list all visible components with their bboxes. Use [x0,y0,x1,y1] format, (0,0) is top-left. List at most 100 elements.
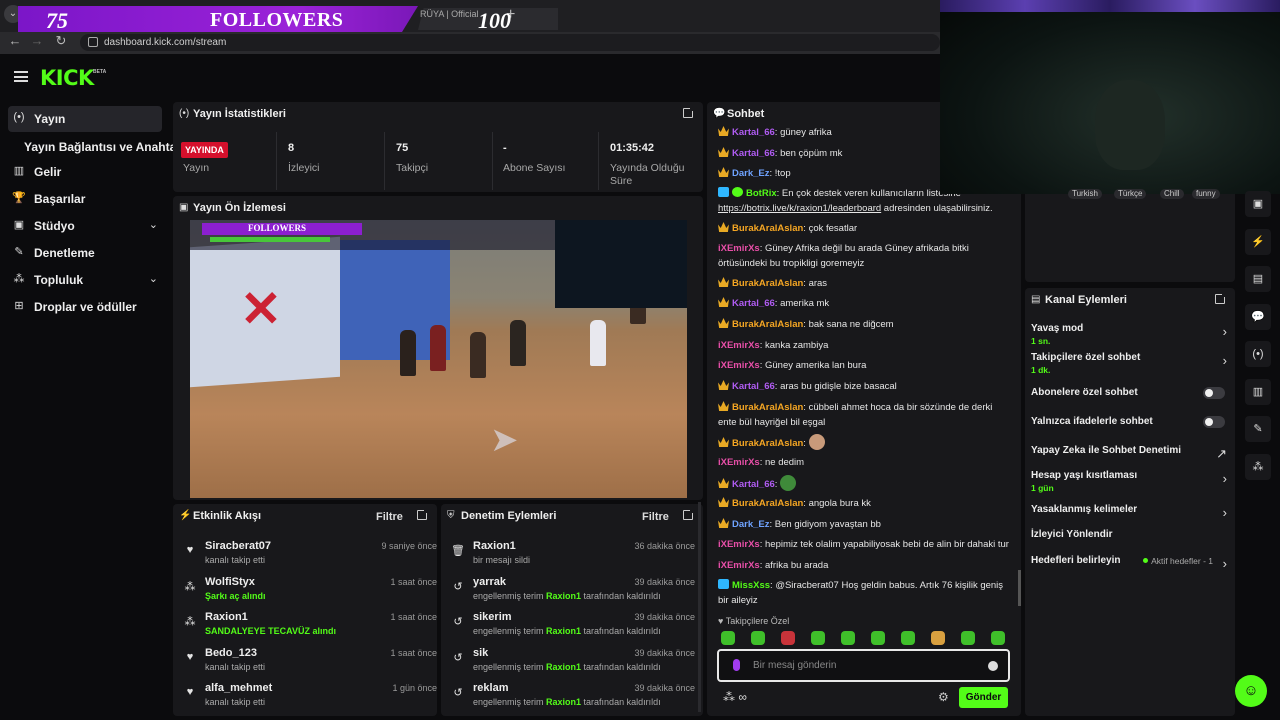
chat-link[interactable]: https://botrix.live/k/raxion1/leaderboar… [718,203,881,214]
chat-username[interactable]: BurakAralAslan [732,402,803,413]
points-icon[interactable]: ⁂ ∞ [723,690,747,704]
channel-action[interactable]: Yavaş mod 1 sn. › [1031,323,1227,346]
tag-chip[interactable]: funny [1192,189,1220,199]
chat-username[interactable]: Kartal_66 [732,381,775,392]
filter-button[interactable]: Filtre [642,511,669,523]
kick-logo[interactable]: KICK [40,66,94,90]
gear-icon[interactable]: ⚙ [938,690,949,704]
chevron-right-icon[interactable]: › [1223,324,1227,339]
chat-username[interactable]: iXEmirXs [718,243,760,254]
chevron-right-icon[interactable]: › [1223,353,1227,368]
popout-icon[interactable] [417,508,429,520]
chevron-right-icon[interactable]: › [1223,505,1227,520]
sidebar-subitem-stream-key[interactable]: Yayın Bağlantısı ve Anahtarı [24,140,184,154]
broadcast-icon[interactable]: (•) [1245,341,1271,367]
chevron-down-icon[interactable]: ⌄ [149,272,158,285]
forward-icon[interactable]: → [28,33,46,48]
emote-button[interactable] [841,631,855,645]
chat-username[interactable]: iXEmirXs [718,539,760,550]
send-button[interactable]: Gönder [959,687,1008,708]
channel-action[interactable]: Abonelere özel sohbet [1031,387,1227,399]
moderation-item[interactable]: ↺ sik engellenmiş terim Raxion1 tarafından… [449,647,695,677]
bolt-icon[interactable]: ⚡ [1245,228,1271,255]
stream-preview-video[interactable]: ✕ ➤ FOLLOWERS [190,220,687,498]
moderation-item[interactable]: 🗑 Raxion1 bir mesajı sildi 36 dakika önce [449,540,695,570]
sidebar-item-topluluk[interactable]: ⁂ Topluluk ⌄ [8,267,162,293]
moderation-item[interactable]: ↺ reklam engellenmiş terim Raxion1 tarafın… [449,682,695,712]
back-icon[interactable]: ← [6,33,24,48]
chat-username[interactable]: iXEmirXs [718,457,760,468]
channel-action[interactable]: Takipçilere özel sohbet 1 dk. › [1031,352,1227,375]
chat-username[interactable]: Dark_Ez [732,519,770,530]
moderator-name[interactable]: Raxion1 [546,697,581,707]
channel-action[interactable]: Yapay Zeka ile Sohbet Denetimi ↗ [1031,445,1227,461]
event-item[interactable]: ⁂ Raxion1 SANDALYEYE TECAVÜZ alındı 1 saat … [181,611,438,641]
chat-icon[interactable]: 💬 [1245,303,1271,330]
chevron-right-icon[interactable]: › [1223,556,1227,571]
emote-button[interactable] [931,631,945,645]
emoji-icon[interactable] [988,661,998,671]
moderator-name[interactable]: Raxion1 [546,591,581,601]
chat-username[interactable]: iXEmirXs [718,560,760,571]
toggle-switch[interactable] [1203,387,1225,399]
channel-action[interactable]: Yalnızca ifadelerle sohbet [1031,416,1227,428]
reload-icon[interactable]: ↻ [52,33,70,49]
event-item[interactable]: ♥ alfa_mehmet kanalı takip etti 1 gün önce [181,682,437,712]
menu-icon[interactable] [14,71,28,82]
event-item[interactable]: ♥ Siracberat07 kanalı takip etti 9 saniye ö… [181,540,437,570]
channel-action[interactable]: İzleyici Yönlendir [1031,529,1227,540]
emote-button[interactable] [991,631,1005,645]
sidebar-item-studyo[interactable]: ▣ Stüdyo ⌄ [8,213,162,239]
external-link-icon[interactable]: ↗ [1216,446,1227,462]
emote-button[interactable] [751,631,765,645]
tag-chip[interactable]: Türkçe [1114,189,1147,199]
chat-username[interactable]: Dark_Ez [732,168,770,179]
event-user[interactable]: alfa_mehmet [205,682,272,694]
event-user[interactable]: WolfiStyx [205,576,255,588]
chevron-right-icon[interactable]: › [1223,471,1227,486]
site-info-icon[interactable] [88,37,98,47]
sidebar-item-gelir[interactable]: ▥ Gelir [8,159,162,185]
microphone-icon[interactable] [733,659,740,671]
event-item[interactable]: ♥ Bedo_123 kanalı takip etti 1 saat önce [181,647,437,677]
emote-button[interactable] [901,631,915,645]
layout-icon[interactable]: ▥ [1245,378,1271,405]
chat-username[interactable]: BurakAralAslan [732,223,803,234]
event-item[interactable]: ⁂ WolfiStyx Şarkı aç alındı 1 saat önce [181,576,438,606]
emote-button[interactable] [721,631,735,645]
help-button[interactable]: ☺ [1235,675,1267,707]
chat-username[interactable]: iXEmirXs [718,360,760,371]
chat-username[interactable]: BurakAralAslan [732,319,803,330]
chat-username[interactable]: iXEmirXs [718,340,760,351]
scrollbar[interactable] [698,502,701,712]
tag-chip[interactable]: Chill [1160,189,1184,199]
channel-action[interactable]: Yasaklanmış kelimeler › [1031,504,1227,520]
clip-icon[interactable]: ▣ [1245,191,1271,217]
emote-button[interactable] [871,631,885,645]
chat-username[interactable]: Kartal_66 [732,298,775,309]
chat-username[interactable]: BurakAralAslan [732,278,803,289]
toggle-switch[interactable] [1203,416,1225,428]
chat-username[interactable]: BurakAralAslan [732,438,803,449]
tag-chip[interactable]: Turkish [1068,189,1102,199]
emote-button[interactable] [961,631,975,645]
chat-username[interactable]: Kartal_66 [732,148,775,159]
chat-username[interactable]: BotRix [746,188,777,199]
popout-icon[interactable] [683,106,695,118]
popout-icon[interactable] [1215,292,1227,304]
sidebar-item-basarilar[interactable]: 🏆 Başarılar [8,186,162,212]
sidebar-item-denetleme[interactable]: ✎ Denetleme [8,240,162,266]
chat-input[interactable]: Bir mesaj gönderin [717,649,1010,682]
channel-action[interactable]: Hesap yaşı kısıtlaması 1 gün › [1031,470,1227,493]
notes-icon[interactable]: ▤ [1245,266,1271,292]
chat-scrollbar[interactable] [1018,570,1021,606]
chat-username[interactable]: MissXss [732,580,770,591]
moderation-item[interactable]: ↺ sikerim engellenmiş terim Raxion1 tarafı… [449,611,695,641]
event-user[interactable]: Siracberat07 [205,540,271,552]
wrench-icon[interactable]: ✎ [1245,416,1271,442]
drops-icon[interactable]: ⁂ [1245,453,1271,480]
event-user[interactable]: Raxion1 [205,611,248,623]
sidebar-item-yayin[interactable]: (•) Yayın [8,106,162,132]
moderator-name[interactable]: Raxion1 [546,662,581,672]
event-user[interactable]: Bedo_123 [205,647,257,659]
